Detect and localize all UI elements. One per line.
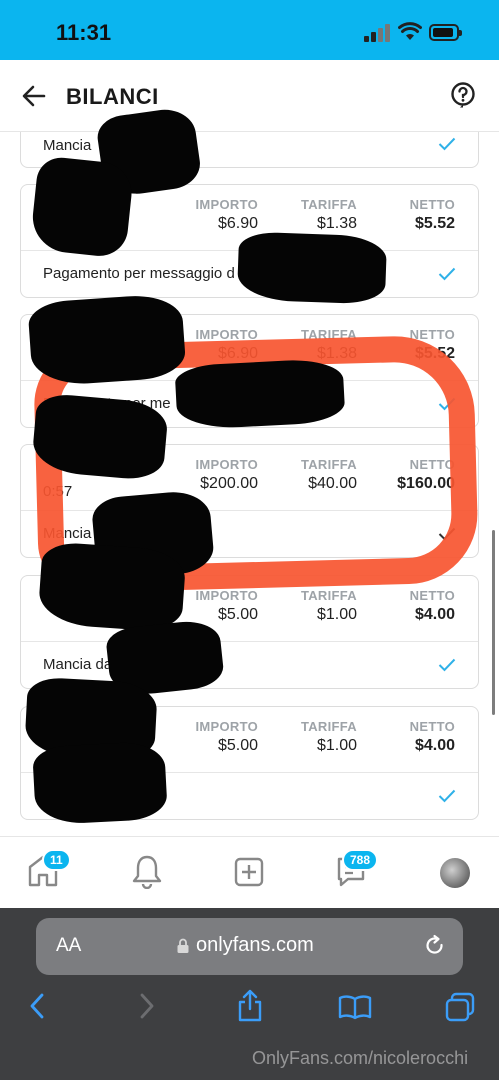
- forward-icon[interactable]: [136, 992, 156, 1020]
- checkmark-icon: [438, 658, 456, 672]
- redaction-mark: [29, 155, 135, 259]
- redaction-mark: [32, 740, 168, 826]
- transaction-description: Mancia: [43, 137, 92, 154]
- nav-home[interactable]: 11: [26, 849, 71, 894]
- share-icon[interactable]: [236, 988, 264, 1022]
- checkmark-icon: [438, 137, 456, 151]
- nav-messages[interactable]: 788: [334, 849, 379, 894]
- home-notification-badge: 11: [42, 849, 71, 871]
- nav-new-post[interactable]: [232, 853, 266, 894]
- reader-text-size-button[interactable]: AA: [56, 935, 81, 957]
- avatar[interactable]: [440, 858, 470, 888]
- fee-label: TARIFFA: [300, 197, 357, 212]
- status-bar: 11:31: [0, 0, 499, 60]
- amount-label: IMPORTO: [195, 719, 258, 734]
- text-size-label: AA: [56, 935, 82, 956]
- amount-value: $5.00: [217, 737, 258, 754]
- bookmarks-icon[interactable]: [338, 994, 372, 1020]
- address-bar[interactable]: AA onlyfans.com: [36, 918, 463, 975]
- wifi-icon: [398, 22, 422, 40]
- messages-notification-badge: 788: [342, 849, 379, 871]
- nav-notifications[interactable]: [130, 853, 164, 894]
- redaction-mark: [236, 231, 388, 305]
- redaction-mark: [27, 292, 187, 388]
- fee-label: TARIFFA: [300, 719, 357, 734]
- fee-value: $1.00: [316, 737, 357, 754]
- redaction-mark: [174, 357, 346, 431]
- net-label: NETTO: [409, 719, 455, 734]
- battery-icon: [429, 24, 462, 41]
- net-value: $4.00: [414, 606, 455, 623]
- fee-label: TARIFFA: [300, 588, 357, 603]
- scrollbar[interactable]: [492, 530, 495, 715]
- page-title: BILANCI: [66, 84, 159, 109]
- cellular-signal-icon: [364, 24, 392, 42]
- net-label: NETTO: [409, 588, 455, 603]
- fee-value: $1.38: [316, 215, 357, 232]
- checkmark-icon: [438, 267, 456, 281]
- url-text: onlyfans.com: [196, 934, 314, 956]
- amount-value: $5.00: [217, 606, 258, 623]
- bottom-nav: 11 788: [0, 836, 499, 908]
- lock-icon: [177, 938, 189, 953]
- net-label: NETTO: [409, 197, 455, 212]
- net-value: $5.52: [414, 215, 455, 232]
- help-icon[interactable]: [450, 82, 476, 108]
- plus-square-icon: [234, 857, 264, 887]
- transaction-description: Mancia da: [43, 656, 113, 673]
- status-time: 11:31: [56, 20, 112, 45]
- transaction-description: Pagamento per messaggio d: [43, 265, 235, 282]
- page-header: BILANCI: [0, 60, 499, 132]
- amount-label: IMPORTO: [195, 197, 258, 212]
- tabs-icon[interactable]: [444, 992, 476, 1022]
- net-value: $4.00: [414, 737, 455, 754]
- back-arrow-icon[interactable]: [20, 82, 48, 110]
- watermark: OnlyFans.com/nicolerocchi: [252, 1048, 469, 1068]
- checkmark-icon: [438, 789, 456, 803]
- amount-label: IMPORTO: [195, 588, 258, 603]
- back-icon[interactable]: [28, 992, 48, 1020]
- reload-icon[interactable]: [424, 934, 446, 958]
- bell-icon: [132, 855, 162, 890]
- amount-value: $6.90: [217, 215, 258, 232]
- fee-value: $1.00: [316, 606, 357, 623]
